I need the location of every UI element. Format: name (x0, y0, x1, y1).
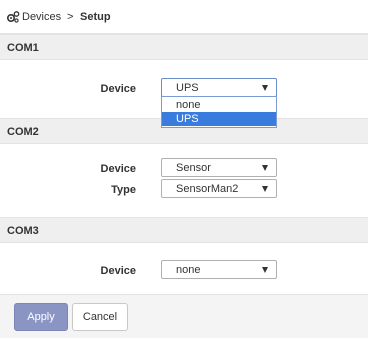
gears-icon (6, 11, 20, 23)
section-title-com3: COM3 (7, 225, 39, 237)
breadcrumb-separator: > (67, 11, 74, 23)
com1-device-label: Device (100, 83, 136, 95)
com2-device-label: Device (100, 163, 136, 175)
section-title-com2: COM2 (7, 126, 39, 138)
com2-type-select[interactable]: SensorMan2 (161, 179, 277, 198)
com3-device-value: none (176, 264, 201, 276)
section-header-com3: COM3 (0, 217, 368, 243)
chevron-down-icon (262, 186, 268, 192)
apply-button[interactable]: Apply (14, 303, 68, 331)
cancel-button[interactable]: Cancel (72, 303, 128, 331)
chevron-down-icon (262, 165, 268, 171)
com1-device-select[interactable]: UPS (161, 78, 277, 97)
com2-device-select[interactable]: Sensor (161, 158, 277, 177)
com1-device-value: UPS (176, 82, 199, 94)
form-footer: Apply Cancel (0, 294, 368, 338)
chevron-down-icon (262, 85, 268, 91)
dropdown-option-none[interactable]: none (162, 98, 276, 112)
breadcrumb-current-page: Setup (80, 11, 111, 23)
dropdown-option-ups[interactable]: UPS (162, 112, 276, 126)
com3-device-label: Device (100, 265, 136, 277)
chevron-down-icon (262, 267, 268, 273)
breadcrumb: Devices > Setup (0, 0, 368, 34)
com1-device-dropdown[interactable]: none UPS (161, 96, 277, 128)
com3-device-select[interactable]: none (161, 260, 277, 279)
com2-type-value: SensorMan2 (176, 183, 239, 195)
com2-type-label: Type (111, 184, 136, 196)
section-title-com1: COM1 (7, 42, 39, 54)
section-header-com1: COM1 (0, 34, 368, 60)
com2-device-value: Sensor (176, 162, 211, 174)
breadcrumb-devices-link[interactable]: Devices (22, 11, 61, 23)
